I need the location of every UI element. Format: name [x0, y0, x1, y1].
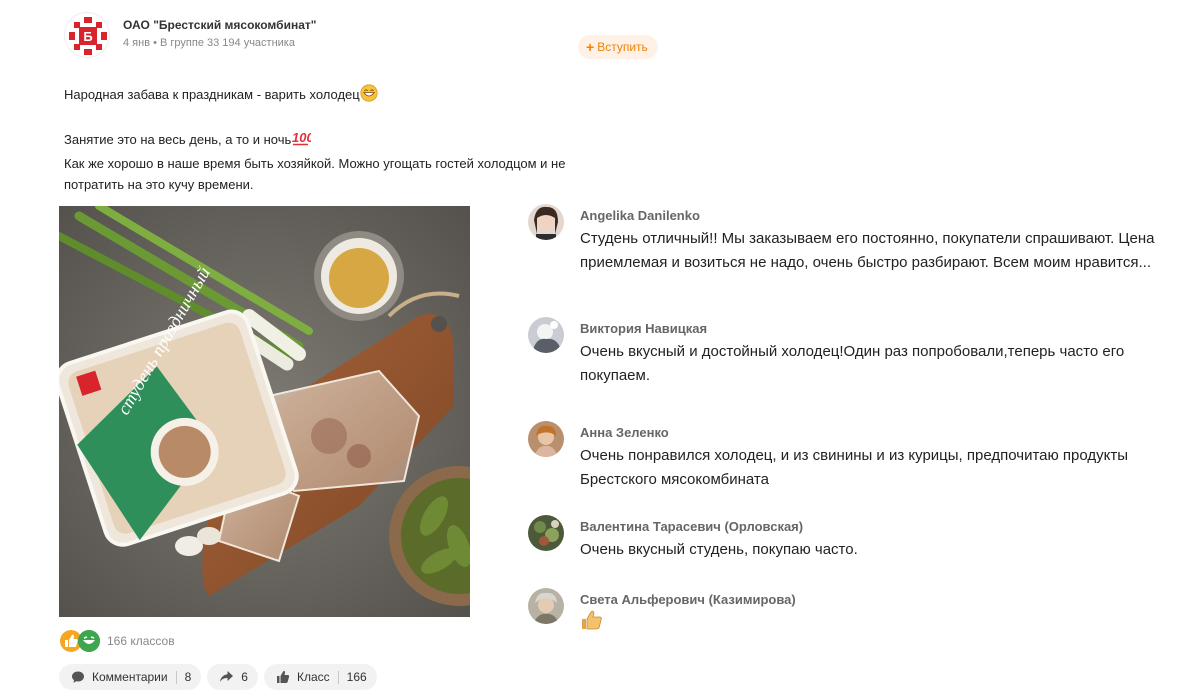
avatar[interactable]: [528, 317, 564, 353]
avatar[interactable]: [528, 588, 564, 624]
klass-count[interactable]: 166 классов: [107, 634, 175, 648]
post-line-3: Как же хорошо в наше время быть хозяйкой…: [64, 156, 566, 171]
reactions-summary[interactable]: 166 классов: [60, 630, 175, 652]
comment-author[interactable]: Виктория Навицкая: [580, 321, 707, 336]
klass-label: Класс: [296, 670, 330, 684]
post-photo[interactable]: студень праздничный: [59, 206, 470, 617]
grinning-face-emoji: [360, 84, 378, 108]
comments-count: 8: [184, 670, 192, 684]
divider: [337, 670, 339, 684]
comment-author[interactable]: Валентина Тарасевич (Орловская): [580, 519, 803, 534]
join-label: Вступить: [597, 40, 648, 54]
post-actions: Комментарии 8 6 Класс 166: [59, 664, 377, 690]
avatar[interactable]: [528, 421, 564, 457]
post-line-1: Народная забава к праздникам - варить хо…: [64, 84, 624, 108]
comments-button[interactable]: Комментарии 8: [59, 664, 202, 690]
comments-label: Комментарии: [92, 670, 168, 684]
group-name[interactable]: ОАО "Брестский мясокомбинат": [123, 18, 316, 32]
plus-icon: +: [586, 39, 595, 55]
klass-button-count: 166: [346, 670, 367, 684]
hundred-points-emoji: 100: [291, 129, 315, 153]
comment-author[interactable]: Света Альферович (Казимирова): [580, 592, 796, 607]
post-header: Б ОАО "Брестский мясокомбинат" 4 янв • В…: [64, 12, 658, 59]
comment-text: Студень отличный!! Мы заказываем его пос…: [580, 230, 1155, 271]
thumbs-up-icon: [276, 670, 290, 684]
post-meta: 4 янв • В группе 33 194 участника: [123, 37, 295, 49]
reaction-icons: [60, 630, 102, 652]
comment-text: Очень вкусный студень, покупаю часто.: [580, 541, 858, 558]
thumbs-up-emoji: [580, 610, 604, 636]
post-line-4: потратить на это кучу времени.: [64, 177, 254, 192]
avatar[interactable]: [528, 515, 564, 551]
avatar[interactable]: [528, 204, 564, 240]
share-button[interactable]: 6: [207, 664, 258, 690]
join-button[interactable]: + Вступить: [578, 35, 658, 59]
jelly-photo-image: студень праздничный: [59, 206, 470, 617]
comment-sticker: [580, 608, 1160, 640]
comment-icon: [71, 670, 85, 684]
share-count: 6: [241, 670, 248, 684]
svg-text:100: 100: [292, 130, 311, 145]
comment-author[interactable]: Анна Зеленко: [580, 425, 669, 440]
post-line-2: Занятие это на весь день, а то и ночь100: [64, 129, 624, 153]
post-text: Народная забава к праздникам - варить хо…: [64, 84, 624, 195]
klass-button[interactable]: Класс 166: [263, 664, 377, 690]
divider: [175, 670, 177, 684]
comment-author[interactable]: Angelika Danilenko: [580, 208, 700, 223]
laughing-face-icon: [78, 630, 100, 652]
comment-text: Очень вкусный и достойный холодец!Один р…: [580, 343, 1125, 384]
group-logo[interactable]: Б: [64, 12, 110, 58]
share-arrow-icon: [219, 670, 234, 684]
comment-text: Очень понравился холодец, и из свинины и…: [580, 447, 1129, 488]
group-logo-icon: Б: [69, 17, 107, 55]
logo-letter: Б: [83, 29, 92, 44]
